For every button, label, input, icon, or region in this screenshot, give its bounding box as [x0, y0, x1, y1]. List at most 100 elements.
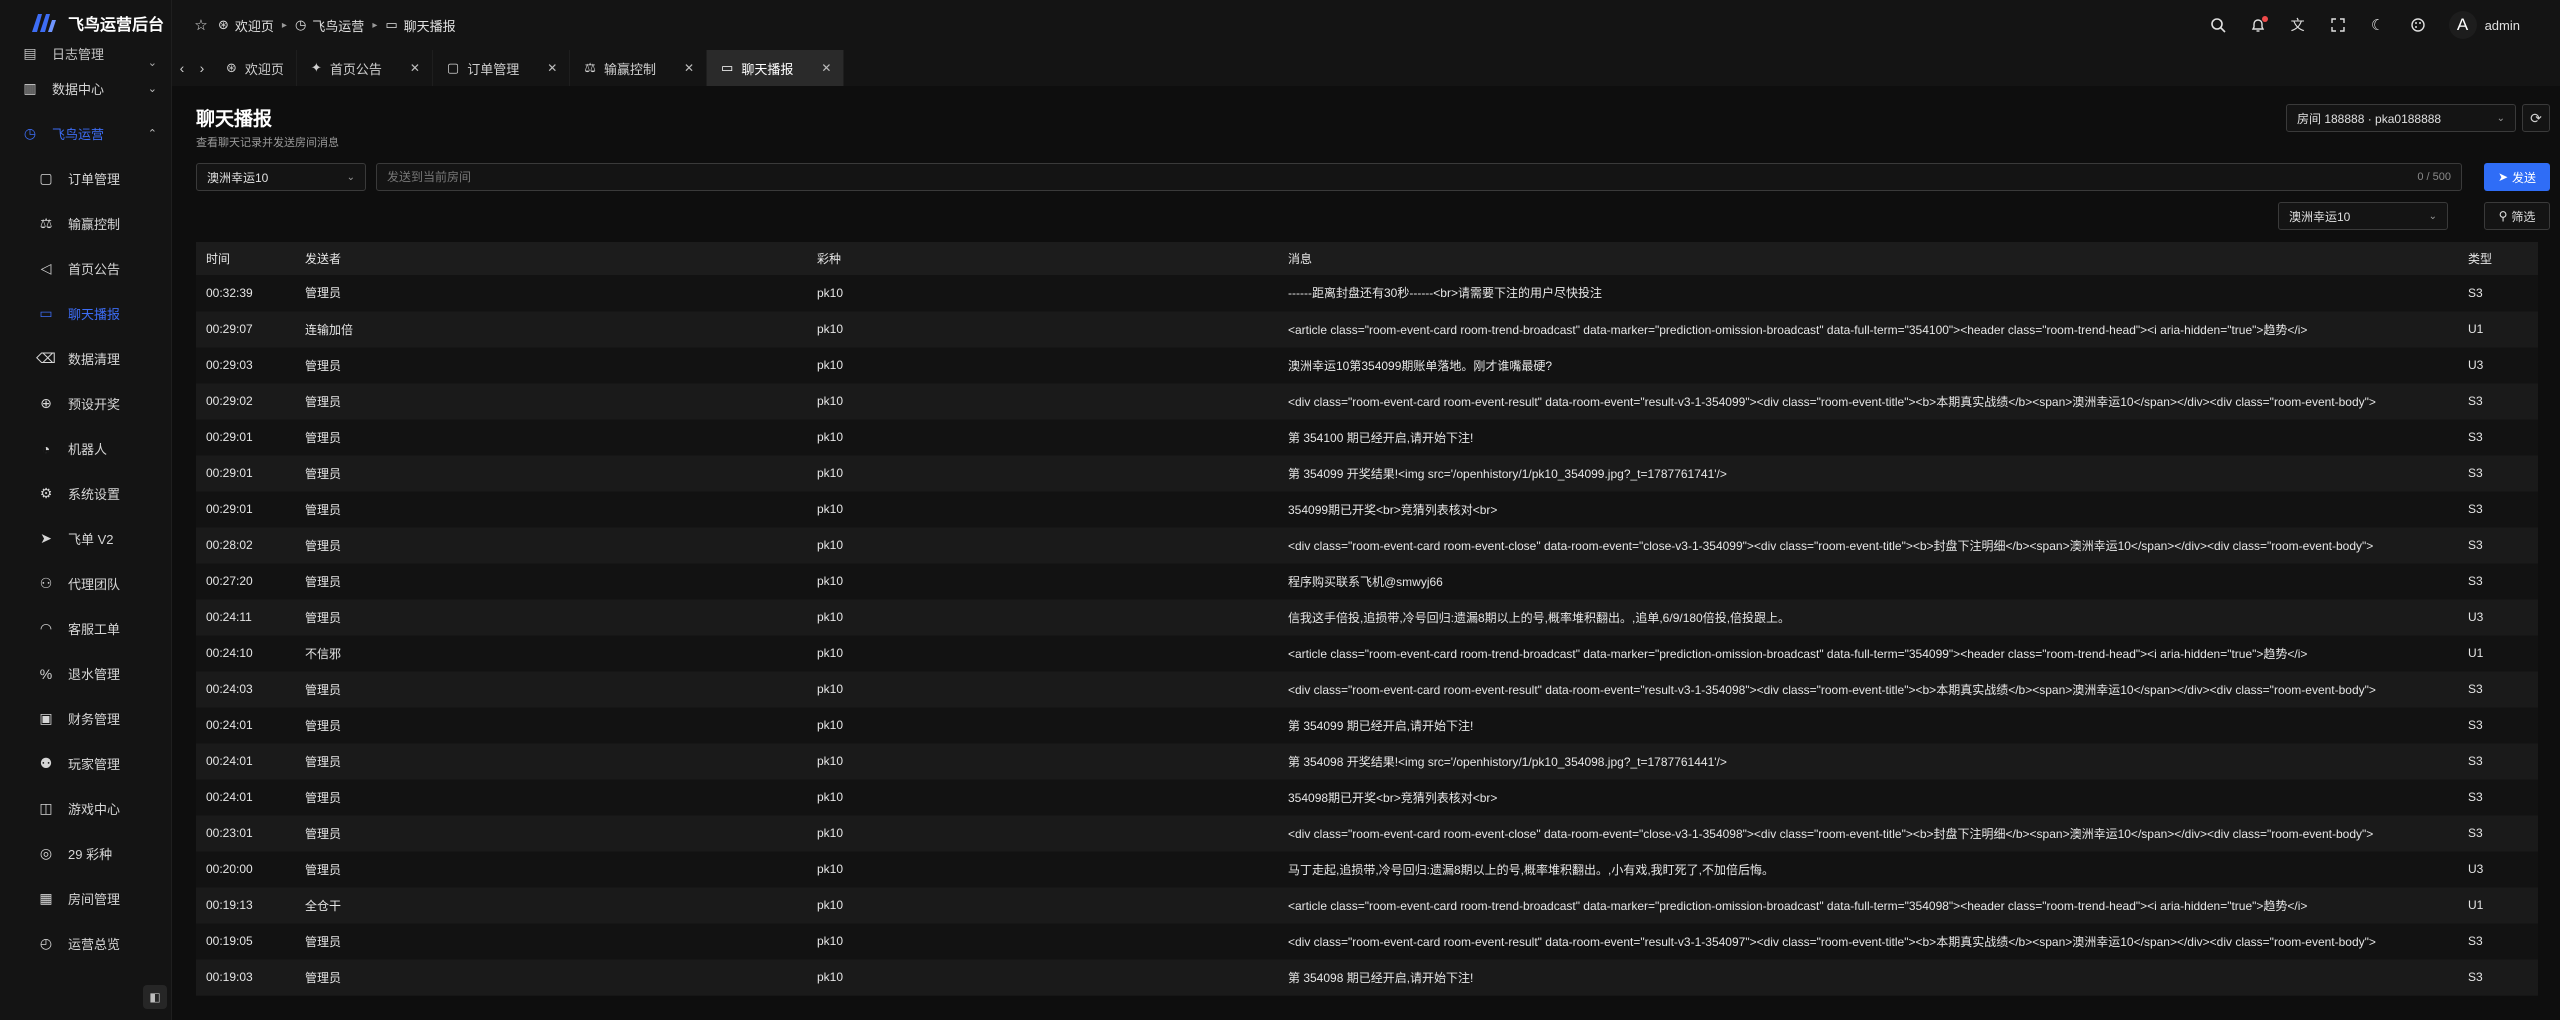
filter-button[interactable]: ⚲ 筛选 [2484, 202, 2550, 230]
sidebar-item-8[interactable]: ⊕ 预设开奖 [0, 381, 171, 426]
sidebar-item-2[interactable]: ◷ 飞鸟运营 ⌃ [0, 111, 171, 156]
table-row[interactable]: 00:24:10 不信邪 pk10 <article class="room-even… [196, 635, 2538, 672]
close-icon[interactable]: ✕ [684, 61, 694, 75]
filter-game-select[interactable]: 澳洲幸运10 ⌄ [2278, 202, 2448, 230]
clock-icon: ◷ [294, 17, 307, 32]
room-select[interactable]: 房间 188888 · pka0188888 ⌄ [2286, 104, 2516, 132]
cell-type: U1 [2458, 311, 2538, 348]
sidebar-item-14[interactable]: % 退水管理 [0, 651, 171, 696]
theme-palette-icon[interactable] [2409, 16, 2427, 34]
sidebar-item-0[interactable]: ▤ 日志管理 ⌄ [0, 40, 171, 70]
table-row[interactable]: 00:24:11 管理员 pk10 信我这手倍投,追损带,冷号回归:遗漏8期以上的号,… [196, 599, 2538, 636]
close-icon[interactable]: ✕ [410, 61, 420, 75]
table-row[interactable]: 00:29:01 管理员 pk10 354099期已开奖<br>竞猜列表核对<br> S… [196, 491, 2538, 528]
tab-0[interactable]: ⊛ 欢迎页 [212, 50, 297, 86]
sidebar-item-17[interactable]: ◫ 游戏中心 [0, 786, 171, 831]
cell-sender: 管理员 [295, 599, 807, 636]
sidebar-item-20[interactable]: ◴ 运营总览 [0, 921, 171, 966]
cell-type: U3 [2458, 599, 2538, 636]
sidebar-item-9[interactable]: ◔ 机器人 [0, 426, 171, 471]
sidebar-item-15[interactable]: ▣ 财务管理 [0, 696, 171, 741]
sidebar-item-7[interactable]: ⌫ 数据清理 [0, 336, 171, 381]
chevron-up-icon: ⌃ [147, 128, 157, 140]
dark-mode-moon-icon[interactable]: ☾ [2369, 16, 2387, 34]
table-row[interactable]: 00:19:13 全仓干 pk10 <article class="room-even… [196, 887, 2538, 924]
close-icon[interactable]: ✕ [547, 61, 557, 75]
notification-bell-icon[interactable] [2249, 16, 2268, 34]
column-header-game[interactable]: 彩种 [807, 242, 1278, 275]
chat-icon: ▭ [39, 305, 53, 321]
translate-icon[interactable]: 文 [2289, 16, 2307, 34]
tab-3[interactable]: ⚖ 输赢控制 ✕ [570, 50, 708, 86]
game-select[interactable]: 澳洲幸运10 ⌄ [196, 163, 366, 191]
sidebar-collapse-button[interactable]: ◧ [143, 985, 167, 1009]
sidebar-item-label: 输赢控制 [68, 217, 121, 232]
scale-icon: ⚖ [39, 215, 53, 231]
sidebar-item-13[interactable]: ◠ 客服工单 [0, 606, 171, 651]
sidebar-item-5[interactable]: ◁ 首页公告 [0, 246, 171, 291]
sidebar-item-18[interactable]: ◎ 29 彩种 [0, 831, 171, 876]
sidebar-item-12[interactable]: ⚇ 代理团队 [0, 561, 171, 606]
table-row[interactable]: 00:32:39 管理员 pk10 ------距离封盘还有30秒------<br>… [196, 275, 2538, 312]
table-row[interactable]: 00:24:03 管理员 pk10 <div class="room-event-ca… [196, 671, 2538, 708]
sidebar-item-1[interactable]: ▥ 数据中心 ⌄ [0, 66, 171, 111]
tab-scroll-left-icon[interactable]: ‹ [172, 60, 192, 76]
table-row[interactable]: 00:29:03 管理员 pk10 澳洲幸运10第354099期账单落地。刚才谁嘴最硬… [196, 347, 2538, 384]
cell-time: 00:20:00 [196, 851, 295, 888]
breadcrumb-item-2[interactable]: ▭ 聊天播报 [385, 16, 455, 35]
sidebar: 飞鸟运营后台 ▤ 日志管理 ⌄ ▥ 数据中心 ⌄ ◷ 飞鸟运营 ⌃ ▢ 订单管理 ⚖ 输赢控制 ◁ 首页公告… [0, 0, 172, 1020]
tab-1[interactable]: ✦ 首页公告 ✕ [297, 50, 433, 86]
sidebar-item-16[interactable]: ⚉ 玩家管理 [0, 741, 171, 786]
building-icon: ▦ [39, 890, 53, 906]
top-header: ☆ ⊛ 欢迎页 ▸ ◷ 飞鸟运营 ▸ ▭ 聊天播报 文 ☾ A admin [172, 0, 2560, 50]
app-title: 飞鸟运营后台 [68, 17, 165, 34]
chat-icon: ▭ [721, 60, 734, 75]
tab-2[interactable]: ▢ 订单管理 ✕ [433, 50, 571, 86]
close-icon[interactable]: ✕ [821, 61, 831, 75]
table-row[interactable]: 00:29:01 管理员 pk10 第 354100 期已经开启,请开始下注! S3 [196, 419, 2538, 456]
breadcrumb-separator-icon: ▸ [372, 19, 378, 31]
message-input[interactable] [387, 170, 2418, 184]
sidebar-item-label: 退水管理 [68, 667, 121, 682]
column-header-type[interactable]: 类型 [2458, 242, 2538, 275]
sidebar-item-10[interactable]: ⚙ 系统设置 [0, 471, 171, 516]
cell-game: pk10 [807, 563, 1278, 600]
table-row[interactable]: 00:19:05 管理员 pk10 <div class="room-event-ca… [196, 923, 2538, 960]
table-row[interactable]: 00:29:07 连输加倍 pk10 <article class="room-eve… [196, 311, 2538, 348]
send-button[interactable]: ➤ 发送 [2484, 163, 2550, 191]
column-header-message[interactable]: 消息 [1278, 242, 2458, 275]
table-row[interactable]: 00:20:00 管理员 pk10 马丁走起,追损带,冷号回归:遗漏8期以上的号,概率… [196, 851, 2538, 888]
tab-scroll-right-icon[interactable]: › [192, 60, 212, 76]
breadcrumb-item-0[interactable]: ⊛ 欢迎页 [218, 16, 274, 35]
table-row[interactable]: 00:28:02 管理员 pk10 <div class="room-event-ca… [196, 527, 2538, 564]
sidebar-item-11[interactable]: ➤ 飞单 V2 [0, 516, 171, 561]
table-row[interactable]: 00:24:01 管理员 pk10 第 354098 开奖结果!<img src='/… [196, 743, 2538, 780]
column-header-sender[interactable]: 发送者 [295, 242, 807, 275]
table-row[interactable]: 00:27:20 管理员 pk10 程序购买联系飞机@smwyj66 S3 [196, 563, 2538, 600]
sidebar-nav: ▤ 日志管理 ⌄ ▥ 数据中心 ⌄ ◷ 飞鸟运营 ⌃ ▢ 订单管理 ⚖ 输赢控制 ◁ 首页公告 ▭ 聊天播报 ⌫ 数… [0, 40, 171, 966]
cell-time: 00:28:02 [196, 527, 295, 564]
table-row[interactable]: 00:23:01 管理员 pk10 <div class="room-event-ca… [196, 815, 2538, 852]
table-row[interactable]: 00:24:01 管理员 pk10 第 354099 期已经开启,请开始下注! S3 [196, 707, 2538, 744]
chat-table: 时间 发送者 彩种 消息 类型 00:32:39 管理员 pk10 ------距离封… [196, 242, 2538, 996]
table-row[interactable]: 00:29:02 管理员 pk10 <div class="room-event-ca… [196, 383, 2538, 420]
cell-sender: 管理员 [295, 923, 807, 960]
sidebar-item-3[interactable]: ▢ 订单管理 [0, 156, 171, 201]
table-row[interactable]: 00:19:03 管理员 pk10 第 354098 期已经开启,请开始下注! S3 [196, 959, 2538, 996]
search-icon[interactable] [2209, 16, 2227, 34]
table-row[interactable]: 00:24:01 管理员 pk10 354098期已开奖<br>竞猜列表核对<br> S… [196, 779, 2538, 816]
star-icon[interactable]: ☆ [192, 16, 210, 34]
refresh-button[interactable]: ⟳ [2522, 104, 2550, 132]
user-menu[interactable]: A admin [2448, 11, 2520, 39]
table-row[interactable]: 00:29:01 管理员 pk10 第 354099 开奖结果!<img src='/… [196, 455, 2538, 492]
breadcrumb-item-1[interactable]: ◷ 飞鸟运营 [295, 16, 364, 35]
column-header-time[interactable]: 时间 [196, 242, 295, 275]
sidebar-item-6[interactable]: ▭ 聊天播报 [0, 291, 171, 336]
cell-sender: 连输加倍 [295, 311, 807, 348]
sidebar-item-19[interactable]: ▦ 房间管理 [0, 876, 171, 921]
tab-4[interactable]: ▭ 聊天播报 ✕ [707, 50, 845, 86]
sidebar-item-4[interactable]: ⚖ 输赢控制 [0, 201, 171, 246]
cell-message: 信我这手倍投,追损带,冷号回归:遗漏8期以上的号,概率堆积翻出。,追单,6/9/… [1278, 599, 2458, 636]
sidebar-item-label: 运营总览 [68, 937, 121, 952]
fullscreen-icon[interactable] [2329, 16, 2347, 34]
